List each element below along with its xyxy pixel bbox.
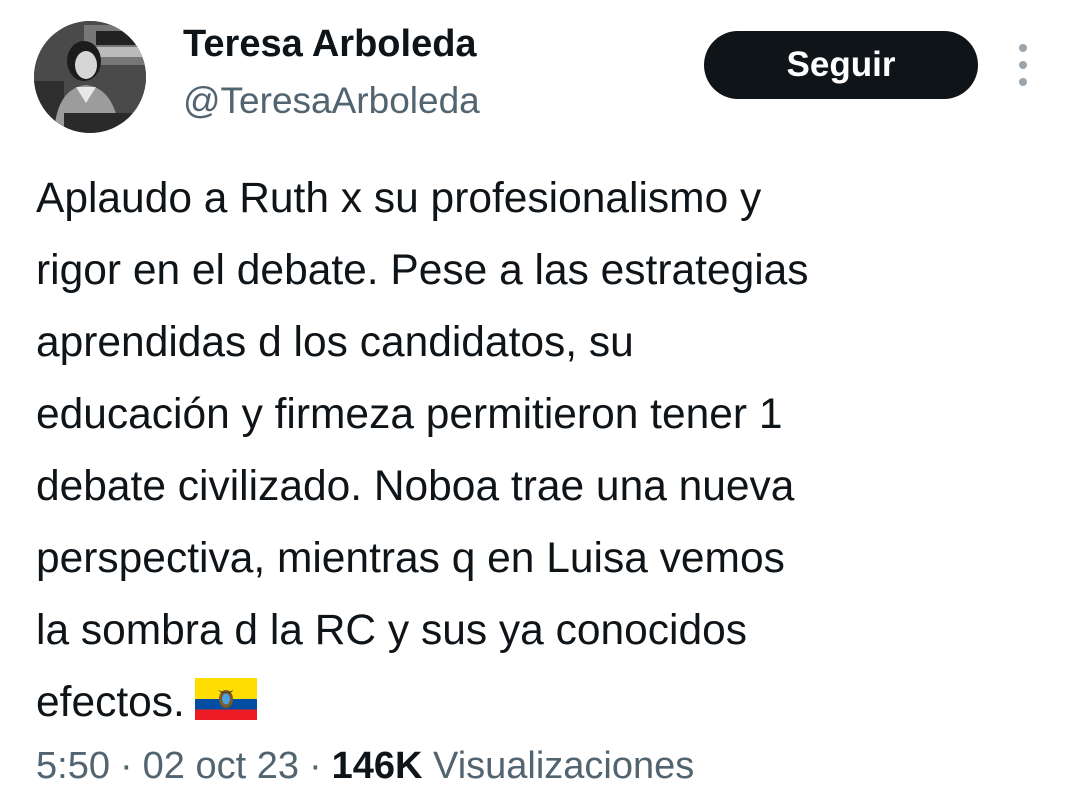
tweet-date[interactable]: 02 oct 23 xyxy=(143,745,299,787)
tweet-time[interactable]: 5:50 xyxy=(36,745,110,787)
tweet-meta: 5:50 · 02 oct 23 · 146K Visualizaciones xyxy=(36,738,694,794)
views-label: Visualizaciones xyxy=(433,745,695,787)
more-dot xyxy=(1019,44,1027,52)
tweet-line: rigor en el debate. Pese a las estrategi… xyxy=(36,247,809,294)
tweet-text: Aplaudo a Ruth x su profesionalismo y ri… xyxy=(36,163,1046,739)
tweet-last-line: efectos. xyxy=(36,667,1046,739)
meta-separator: · xyxy=(308,745,322,787)
author-handle[interactable]: @TeresaArboleda xyxy=(183,78,480,124)
tweet-line: efectos. xyxy=(36,679,185,726)
more-options-icon[interactable] xyxy=(1008,44,1038,86)
tweet-line: educación y firmeza permitieron tener 1 xyxy=(36,391,783,438)
tweet-line: Aplaudo a Ruth x su profesionalismo y xyxy=(36,175,762,222)
tweet-line: debate civilizado. Noboa trae una nueva xyxy=(36,463,795,510)
profile-photo-icon xyxy=(34,21,146,133)
author-name[interactable]: Teresa Arboleda xyxy=(183,20,477,68)
follow-button[interactable]: Seguir xyxy=(704,31,978,99)
tweet-line: aprendidas d los candidatos, su xyxy=(36,319,634,366)
meta-separator: · xyxy=(119,745,133,787)
ecuador-flag-icon xyxy=(194,678,257,720)
views-count: 146K xyxy=(331,745,423,787)
tweet-line: la sombra d la RC y sus ya conocidos xyxy=(36,607,748,654)
tweet-line: perspectiva, mientras q en Luisa vemos xyxy=(36,535,785,582)
more-dot xyxy=(1019,78,1027,86)
more-dot xyxy=(1019,61,1027,69)
author-avatar[interactable] xyxy=(34,21,146,133)
